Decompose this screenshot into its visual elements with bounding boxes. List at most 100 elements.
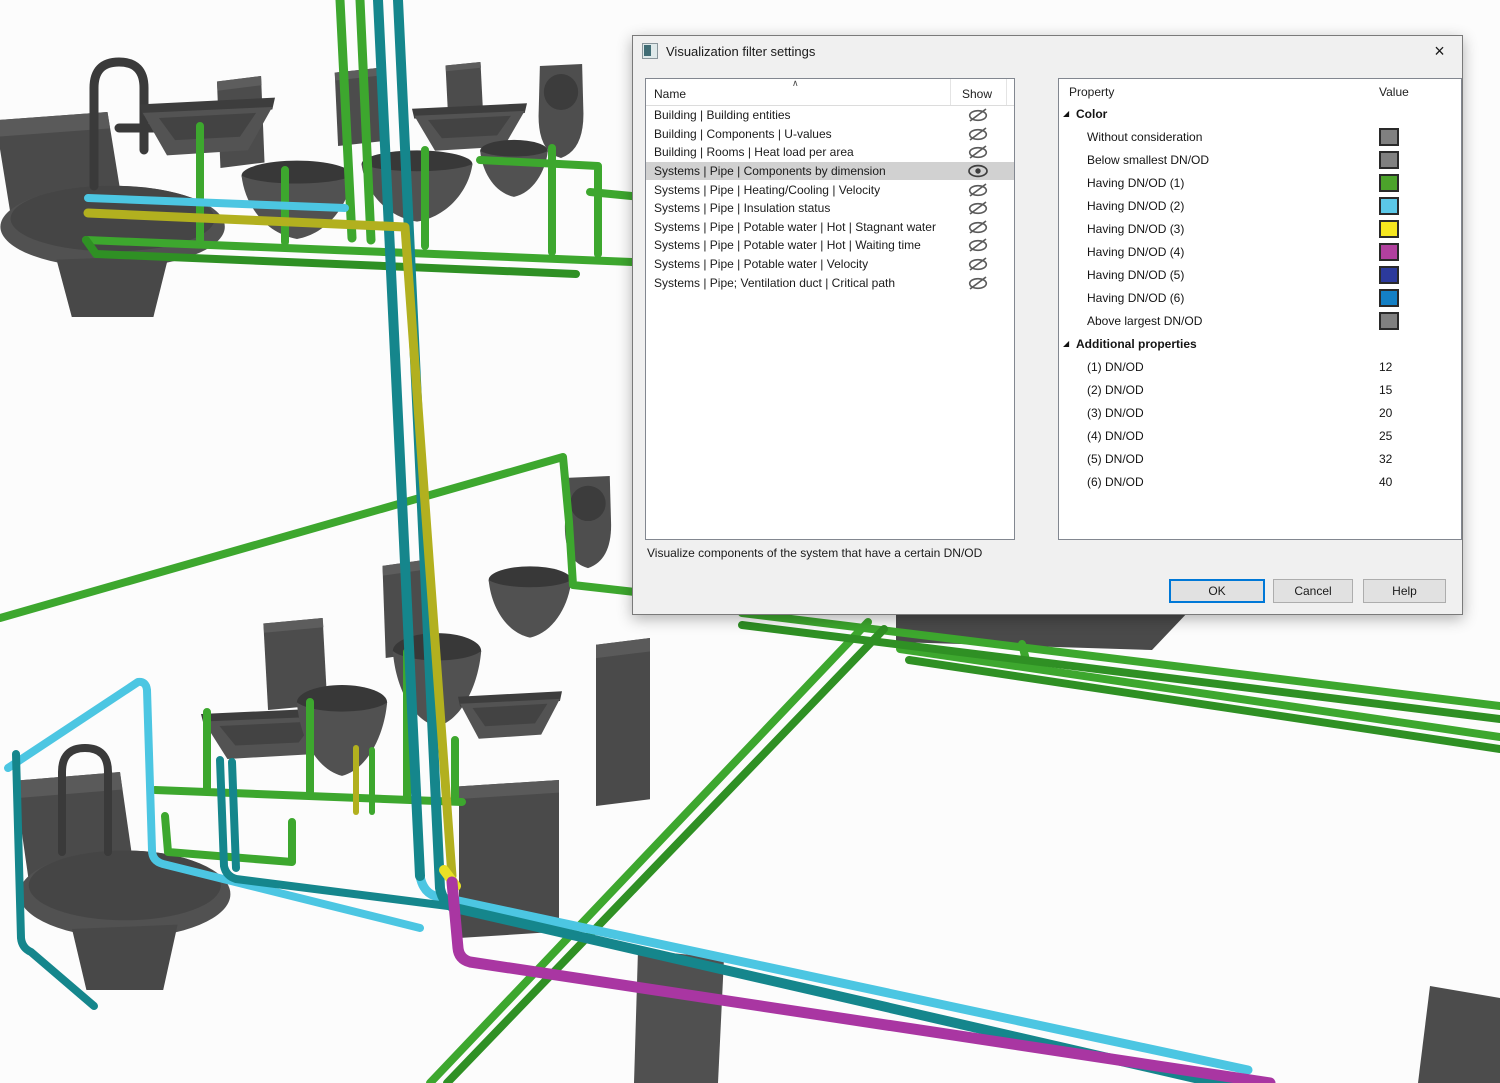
filter-row[interactable]: Systems | Pipe; Ventilation duct | Criti… xyxy=(646,273,1014,292)
filter-row-label: Systems | Pipe | Potable water | Hot | S… xyxy=(646,220,950,234)
visibility-off-icon[interactable] xyxy=(950,108,1006,122)
urinal-model xyxy=(539,64,584,158)
property-panel: Property Value ◢Color Without considerati… xyxy=(1058,78,1462,540)
property-row[interactable]: Having DN/OD (1) xyxy=(1059,172,1461,195)
property-label: Having DN/OD (3) xyxy=(1087,222,1184,236)
filter-row[interactable]: Systems | Pipe | Potable water | Velocit… xyxy=(646,255,1014,274)
column-header-value: Value xyxy=(1379,85,1409,99)
color-swatch[interactable] xyxy=(1379,197,1399,215)
visibility-off-icon[interactable] xyxy=(950,220,1006,234)
property-group-label: Additional properties xyxy=(1076,337,1197,351)
property-group-header[interactable]: ◢Color xyxy=(1059,103,1461,126)
close-button[interactable]: × xyxy=(1417,37,1462,66)
ok-button[interactable]: OK xyxy=(1169,579,1265,603)
filter-rows: Building | Building entities Building | C… xyxy=(646,106,1014,292)
filter-row-label: Building | Components | U-values xyxy=(646,127,950,141)
property-label: Without consideration xyxy=(1087,130,1202,144)
color-value-cell xyxy=(1379,174,1399,192)
filter-row[interactable]: Building | Components | U-values xyxy=(646,125,1014,144)
color-swatch[interactable] xyxy=(1379,220,1399,238)
property-row[interactable]: Having DN/OD (3) xyxy=(1059,218,1461,241)
visibility-off-icon[interactable] xyxy=(950,257,1006,271)
color-swatch[interactable] xyxy=(1379,128,1399,146)
property-group-header[interactable]: ◢ Additional properties xyxy=(1059,333,1461,356)
property-row[interactable]: (6) DN/OD 40 xyxy=(1059,471,1461,494)
property-label: Having DN/OD (4) xyxy=(1087,245,1184,259)
column-header-show[interactable]: Show xyxy=(950,79,1007,105)
column-show-label: Show xyxy=(962,87,992,101)
visibility-off-icon[interactable] xyxy=(950,238,1006,252)
visibility-off-icon[interactable] xyxy=(950,127,1006,141)
property-label: (2) DN/OD xyxy=(1087,383,1144,397)
wall-slab xyxy=(1418,986,1500,1083)
color-swatch[interactable] xyxy=(1379,289,1399,307)
color-swatch[interactable] xyxy=(1379,151,1399,169)
color-value-cell xyxy=(1379,289,1399,307)
color-swatch[interactable] xyxy=(1379,174,1399,192)
visibility-on-icon[interactable] xyxy=(950,164,1006,178)
visibility-off-icon[interactable] xyxy=(950,201,1006,215)
property-row[interactable]: (4) DN/OD25 xyxy=(1059,425,1461,448)
column-header-name[interactable]: ∧ Name xyxy=(646,79,951,105)
property-value[interactable]: 20 xyxy=(1379,406,1392,420)
visibility-off-icon[interactable] xyxy=(950,276,1006,290)
column-name-label: Name xyxy=(654,87,686,101)
radiator-model xyxy=(596,638,650,806)
filter-row-label: Building | Rooms | Heat load per area xyxy=(646,145,950,159)
column-header-property: Property xyxy=(1069,85,1114,99)
property-row[interactable]: Having DN/OD (5) xyxy=(1059,264,1461,287)
filter-row[interactable]: Systems | Pipe | Potable water | Hot | W… xyxy=(646,236,1014,255)
collapse-triangle-icon[interactable]: ◢ xyxy=(1063,339,1069,348)
filter-row-label: Systems | Pipe | Potable water | Hot | W… xyxy=(646,238,950,252)
filter-row[interactable]: Building | Rooms | Heat load per area xyxy=(646,143,1014,162)
property-label: (1) DN/OD xyxy=(1087,360,1144,374)
property-label: (3) DN/OD xyxy=(1087,406,1144,420)
description-text: Visualize components of the system that … xyxy=(647,546,982,560)
property-label: (6) DN/OD xyxy=(1087,475,1144,489)
filter-row-label: Systems | Pipe | Potable water | Velocit… xyxy=(646,257,950,271)
filter-row[interactable]: Building | Building entities xyxy=(646,106,1014,125)
color-swatch[interactable] xyxy=(1379,266,1399,284)
color-value-cell xyxy=(1379,151,1399,169)
property-row[interactable]: (3) DN/OD 20 xyxy=(1059,402,1461,425)
filter-row-label: Systems | Pipe | Insulation status xyxy=(646,201,950,215)
property-row[interactable]: Above largest DN/OD xyxy=(1059,310,1461,333)
property-row[interactable]: Having DN/OD (2) xyxy=(1059,195,1461,218)
color-value-cell xyxy=(1379,312,1399,330)
property-value[interactable]: 12 xyxy=(1379,360,1392,374)
property-label: Below smallest DN/OD xyxy=(1087,153,1209,167)
dialog-titlebar[interactable]: Visualization filter settings × xyxy=(633,36,1462,66)
property-row[interactable]: (5) DN/OD 32 xyxy=(1059,448,1461,471)
property-value[interactable]: 32 xyxy=(1379,452,1392,466)
property-label: Having DN/OD (2) xyxy=(1087,199,1184,213)
property-label: Having DN/OD (6) xyxy=(1087,291,1184,305)
filter-row-label: Systems | Pipe | Heating/Cooling | Veloc… xyxy=(646,183,950,197)
color-value-cell xyxy=(1379,243,1399,261)
cancel-button[interactable]: Cancel xyxy=(1273,579,1353,603)
collapse-triangle-icon[interactable]: ◢ xyxy=(1063,109,1069,118)
filter-row[interactable]: Systems | Pipe | Insulation status xyxy=(646,199,1014,218)
property-row[interactable]: (1) DN/OD 12 xyxy=(1059,356,1461,379)
filter-row-label: Systems | Pipe | Components by dimension xyxy=(646,164,950,178)
property-row[interactable]: Having DN/OD (4) xyxy=(1059,241,1461,264)
filter-row[interactable]: Systems | Pipe | Heating/Cooling | Veloc… xyxy=(646,180,1014,199)
property-label: Having DN/OD (5) xyxy=(1087,268,1184,282)
property-row[interactable]: Having DN/OD (6) xyxy=(1059,287,1461,310)
visibility-off-icon[interactable] xyxy=(950,183,1006,197)
close-icon: × xyxy=(1434,41,1445,61)
list-header: ∧ Name Show xyxy=(646,79,1014,106)
property-label: Above largest DN/OD xyxy=(1087,314,1202,328)
filter-row[interactable]: Systems | Pipe | Components by dimension xyxy=(646,162,1014,181)
color-swatch[interactable] xyxy=(1379,312,1399,330)
property-row[interactable]: (2) DN/OD 15 xyxy=(1059,379,1461,402)
help-button[interactable]: Help xyxy=(1363,579,1446,603)
property-label: (5) DN/OD xyxy=(1087,452,1144,466)
filter-row[interactable]: Systems | Pipe | Potable water | Hot | S… xyxy=(646,218,1014,237)
property-row[interactable]: Without consideration xyxy=(1059,126,1461,149)
visibility-off-icon[interactable] xyxy=(950,145,1006,159)
color-swatch[interactable] xyxy=(1379,243,1399,261)
property-value[interactable]: 15 xyxy=(1379,383,1392,397)
property-row[interactable]: Below smallest DN/OD xyxy=(1059,149,1461,172)
property-value[interactable]: 25 xyxy=(1379,429,1392,443)
property-value[interactable]: 40 xyxy=(1379,475,1392,489)
